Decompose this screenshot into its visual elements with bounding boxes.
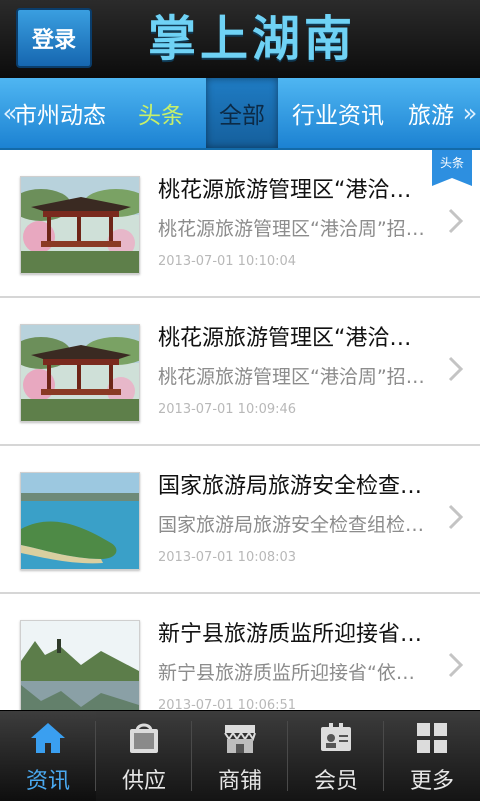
- category-tab-industry-news[interactable]: 行业资讯: [292, 78, 384, 148]
- news-title: 新宁县旅游质监所迎接省依法治旅: [158, 622, 430, 647]
- chevron-right-icon: [448, 652, 464, 678]
- island-aerial-photo: [20, 472, 140, 570]
- chevron-right-icon: [448, 356, 464, 382]
- category-bar: 市州动态 头条 全部 行业资讯 旅游 « »: [0, 78, 480, 150]
- pavilion-photo: [20, 324, 140, 422]
- lake-mountain-photo: [20, 620, 140, 710]
- news-summary: 桃花源旅游管理区“港洽周”招商引资: [158, 218, 430, 240]
- scroll-left-icon[interactable]: «: [0, 78, 20, 148]
- news-title: 桃花源旅游管理区“港洽周”招商: [158, 178, 430, 203]
- bottom-tab-bar: 资讯 供应 商铺 会员 更多: [0, 710, 480, 801]
- news-timestamp: 2013-07-01 10:06:51: [158, 698, 297, 710]
- news-list-item[interactable]: 新宁县旅游质监所迎接省依法治旅 新宁县旅游质监所迎接省“依法治旅” 2013-0…: [0, 594, 480, 710]
- tab-supply[interactable]: 供应: [96, 711, 192, 801]
- news-list-item[interactable]: 桃花源旅游管理区“港洽周”招商 桃花源旅游管理区“港洽周”招商引资 2013-0…: [0, 298, 480, 446]
- tab-members[interactable]: 会员: [288, 711, 384, 801]
- storefront-icon: [224, 725, 256, 753]
- tab-more[interactable]: 更多: [384, 711, 480, 801]
- home-icon: [31, 723, 65, 753]
- tab-label: 资讯: [25, 769, 70, 794]
- category-tab-all[interactable]: 全部: [206, 78, 278, 148]
- news-summary: 新宁县旅游质监所迎接省“依法治旅”: [158, 662, 430, 684]
- news-list-item[interactable]: 国家旅游局旅游安全检查组检查 国家旅游局旅游安全检查组检查湖南 2013-07-…: [0, 446, 480, 594]
- login-button[interactable]: 登录: [16, 8, 92, 68]
- tab-label: 供应: [121, 769, 166, 794]
- chevron-right-icon: [448, 504, 464, 530]
- headline-badge-label: 头条: [439, 156, 464, 170]
- member-card-icon: [321, 723, 351, 751]
- scroll-right-icon[interactable]: »: [460, 78, 480, 148]
- news-summary: 国家旅游局旅游安全检查组检查湖南: [158, 514, 430, 536]
- grid-icon: [417, 723, 447, 753]
- app-header: 登录 掌上湖南: [0, 0, 480, 78]
- shopping-bag-icon: [130, 723, 158, 753]
- news-list: 桃花源旅游管理区“港洽周”招商 桃花源旅游管理区“港洽周”招商引资 2013-0…: [0, 150, 480, 710]
- news-title: 国家旅游局旅游安全检查组检查: [158, 474, 430, 499]
- tab-label: 会员: [313, 769, 358, 794]
- category-list: 市州动态 头条 全部 行业资讯 旅游: [0, 78, 480, 148]
- news-timestamp: 2013-07-01 10:09:46: [158, 402, 297, 417]
- tab-news[interactable]: 资讯: [0, 711, 96, 801]
- category-tab-city-news[interactable]: 市州动态: [14, 78, 106, 148]
- tab-label: 商铺: [217, 769, 262, 794]
- news-list-item[interactable]: 桃花源旅游管理区“港洽周”招商 桃花源旅游管理区“港洽周”招商引资 2013-0…: [0, 150, 480, 298]
- category-tab-tourism[interactable]: 旅游: [408, 78, 454, 148]
- news-title: 桃花源旅游管理区“港洽周”招商: [158, 326, 430, 351]
- chevron-right-icon: [448, 208, 464, 234]
- news-timestamp: 2013-07-01 10:10:04: [158, 254, 297, 269]
- tab-label: 更多: [409, 769, 454, 794]
- news-timestamp: 2013-07-01 10:08:03: [158, 550, 297, 565]
- app-title: 掌上湖南: [148, 11, 357, 67]
- news-summary: 桃花源旅游管理区“港洽周”招商引资: [158, 366, 430, 388]
- tab-shops[interactable]: 商铺: [192, 711, 288, 801]
- category-tab-headlines[interactable]: 头条: [138, 78, 184, 148]
- pavilion-photo: [20, 176, 140, 274]
